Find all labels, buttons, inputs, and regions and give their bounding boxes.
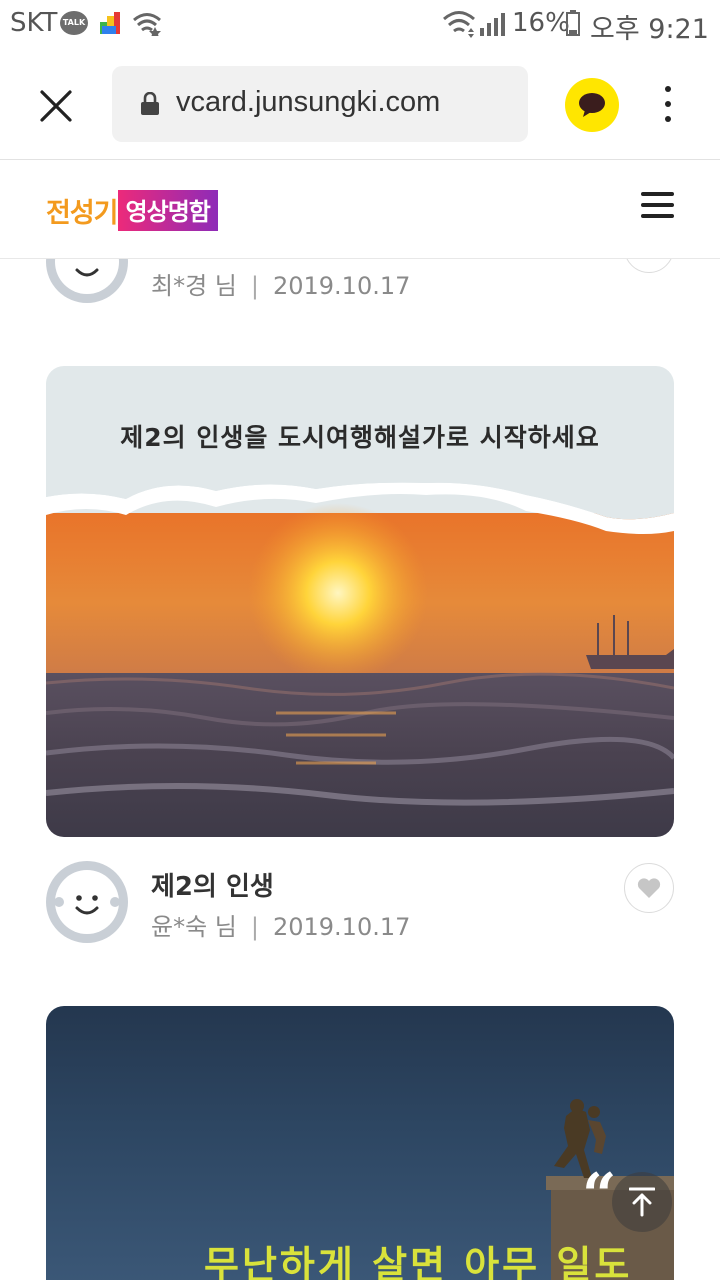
- post-meta: 윤*숙 님 | 2019.10.17: [151, 907, 410, 942]
- post-meta: 최*경 님 | 2019.10.17: [151, 266, 410, 301]
- close-icon: [40, 90, 72, 122]
- scroll-to-top-button[interactable]: [612, 1172, 672, 1232]
- more-dot-icon: [665, 86, 671, 92]
- logo-text-secondary: 영상명함: [117, 190, 218, 231]
- carrier-label: SKT: [10, 8, 58, 38]
- avatar: [46, 259, 128, 303]
- lock-icon: [140, 91, 160, 120]
- hamburger-icon: [641, 203, 674, 207]
- site-header: 전성기 영상명함: [0, 160, 720, 259]
- wifi-icon: [442, 10, 476, 42]
- post-author: 윤*숙 님: [151, 913, 237, 941]
- close-button[interactable]: [36, 86, 76, 126]
- hamburger-icon: [641, 192, 674, 196]
- menu-button[interactable]: [641, 192, 675, 222]
- image-caption: 무난하게 살면 아무 일도: [204, 1243, 633, 1280]
- arrow-up-icon: [629, 1187, 655, 1217]
- meta-separator: |: [250, 913, 259, 941]
- logo-text-primary: 전성기: [46, 198, 119, 229]
- url-text: vcard.junsungki.com: [176, 86, 441, 118]
- clock: 오후 9:21: [590, 14, 709, 45]
- battery-icon: [566, 10, 580, 36]
- more-dot-icon: [665, 116, 671, 122]
- like-button[interactable]: [624, 863, 674, 913]
- signal-icon: [478, 12, 506, 40]
- heart-icon: [637, 878, 661, 898]
- browser-toolbar: vcard.junsungki.com: [0, 48, 720, 160]
- app-notification-icon: [98, 10, 122, 36]
- chat-bubble-icon: [579, 93, 605, 117]
- post-date: 2019.10.17: [272, 272, 411, 300]
- post-image-card[interactable]: “ 무난하게 살면 아무 일도: [46, 1006, 674, 1280]
- wifi-star-icon: [132, 12, 162, 40]
- image-caption: 제2의 인생을 도시여행해설가로 시작하세요: [120, 423, 600, 452]
- more-dot-icon: [665, 101, 671, 107]
- more-options-button[interactable]: [656, 86, 680, 126]
- url-bar[interactable]: vcard.junsungki.com: [112, 66, 528, 142]
- post-title[interactable]: 제2의 인생: [151, 866, 274, 903]
- smiley-face-icon: [54, 870, 120, 934]
- kakaotalk-notification-icon: TALK: [60, 11, 88, 35]
- hamburger-icon: [641, 214, 674, 218]
- site-logo[interactable]: 전성기 영상명함: [46, 190, 218, 231]
- kakaotalk-button[interactable]: [565, 78, 619, 132]
- battery-percent: 16%: [512, 8, 570, 38]
- post-image-card[interactable]: 제2의 인생을 도시여행해설가로 시작하세요: [46, 366, 674, 837]
- quote-icon: “: [582, 1161, 617, 1231]
- post-date: 2019.10.17: [272, 913, 411, 941]
- avatar: [46, 861, 128, 943]
- status-bar: SKT TALK 16% 오후 9:21: [0, 0, 720, 48]
- post-list: 최*경 님 | 2019.10.17 제2의 인생을 도시여행해설가로 시작하세요: [0, 259, 720, 1280]
- meta-separator: |: [250, 272, 259, 300]
- post-author: 최*경 님: [151, 272, 237, 300]
- smiley-face-icon: [55, 259, 119, 294]
- sunset-photo: [46, 473, 674, 837]
- like-button[interactable]: [624, 259, 674, 273]
